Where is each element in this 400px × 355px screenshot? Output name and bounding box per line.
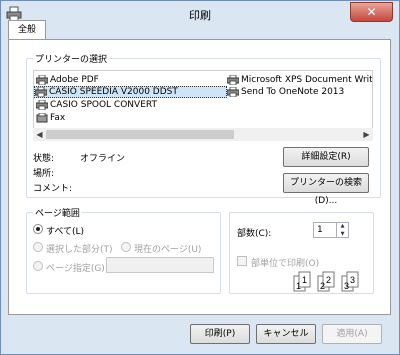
printer-name: Fax <box>50 113 66 123</box>
apply-button[interactable]: 適用(A) <box>322 324 382 344</box>
collate-page-number: 1 <box>296 281 301 291</box>
printer-item[interactable]: Adobe PDF <box>36 74 99 86</box>
pages-input[interactable] <box>106 257 214 273</box>
copies-stepper[interactable]: ▲ ▼ <box>336 222 348 238</box>
all-pages-radio[interactable] <box>33 224 43 234</box>
window-title: 印刷 <box>189 9 211 22</box>
collate-checkbox[interactable] <box>237 256 247 266</box>
printer-name: Microsoft XPS Document Write <box>241 75 373 85</box>
spin-down-icon[interactable]: ▼ <box>337 230 348 238</box>
fax-icon <box>36 113 48 123</box>
printer-name: CASIO SPOOL CONVERT <box>50 100 157 110</box>
spin-up-icon[interactable]: ▲ <box>337 222 348 230</box>
collate-page-number: 3 <box>344 281 349 291</box>
printer-icon <box>227 87 239 97</box>
copies-input[interactable]: 1 ▲ ▼ <box>313 222 349 238</box>
printer-icon <box>36 100 48 110</box>
selection-radio[interactable] <box>33 242 43 252</box>
printer-name: CASIO SPEEDIA V2000 DDST <box>49 87 178 97</box>
collate-label: 部単位で印刷(O) <box>251 259 320 269</box>
collate-pages-icon: 1 1 2 2 3 3 <box>293 271 359 292</box>
scroll-left-icon[interactable]: ◀ <box>33 128 46 141</box>
printer-name: Send To OneNote 2013 <box>241 87 345 97</box>
selection-label: 選択した部分(T) <box>46 245 113 255</box>
printer-item[interactable]: Fax <box>36 112 65 124</box>
printer-icon <box>227 75 239 85</box>
printer-name: Adobe PDF <box>50 75 99 85</box>
comment-label: コメント: <box>33 184 73 194</box>
collate-page-number: 2 <box>320 281 325 291</box>
all-pages-label: すべて(L) <box>46 227 85 237</box>
pages-label: ページ指定(G): <box>46 264 108 274</box>
tab-general[interactable]: 全般 <box>8 20 46 40</box>
preferences-button[interactable]: 詳細設定(R) <box>283 147 369 167</box>
printer-item[interactable]: CASIO SPOOL CONVERT <box>36 99 157 111</box>
printer-select-label: プリンターの選択 <box>33 52 110 65</box>
scroll-right-icon[interactable]: ▶ <box>360 128 373 141</box>
printer-icon <box>36 75 48 85</box>
scrollbar-thumb[interactable] <box>46 130 234 139</box>
collate-page-number: 1 <box>302 275 307 285</box>
collate-page-number: 2 <box>326 275 331 285</box>
current-page-radio[interactable] <box>121 242 131 252</box>
printer-item[interactable]: Microsoft XPS Document Write <box>227 74 373 86</box>
current-page-label: 現在のページ(U) <box>134 245 202 255</box>
find-printer-button[interactable]: プリンターの検索(D)... <box>283 173 369 206</box>
copies-value: 1 <box>317 225 323 235</box>
printer-item-selected[interactable]: CASIO SPEEDIA V2000 DDST <box>34 86 227 98</box>
location-label: 場所: <box>33 169 55 179</box>
page-range-label: ページ範囲 <box>33 206 82 219</box>
cancel-button[interactable]: キャンセル <box>256 324 316 344</box>
copies-label: 部数(C): <box>237 229 272 239</box>
status-label: 状態: <box>33 154 55 164</box>
status-value: オフライン <box>80 154 126 164</box>
close-button[interactable]: ✕ <box>350 2 393 22</box>
collate-page-number: 3 <box>350 275 355 285</box>
title-bar[interactable]: 印刷 ✕ <box>1 1 399 29</box>
printer-icon <box>35 87 47 97</box>
pages-radio[interactable] <box>33 261 43 271</box>
printer-list-scrollbar[interactable]: ◀ ▶ <box>33 128 373 141</box>
print-button[interactable]: 印刷(P) <box>190 324 250 344</box>
printer-item[interactable]: Send To OneNote 2013 <box>227 86 344 98</box>
